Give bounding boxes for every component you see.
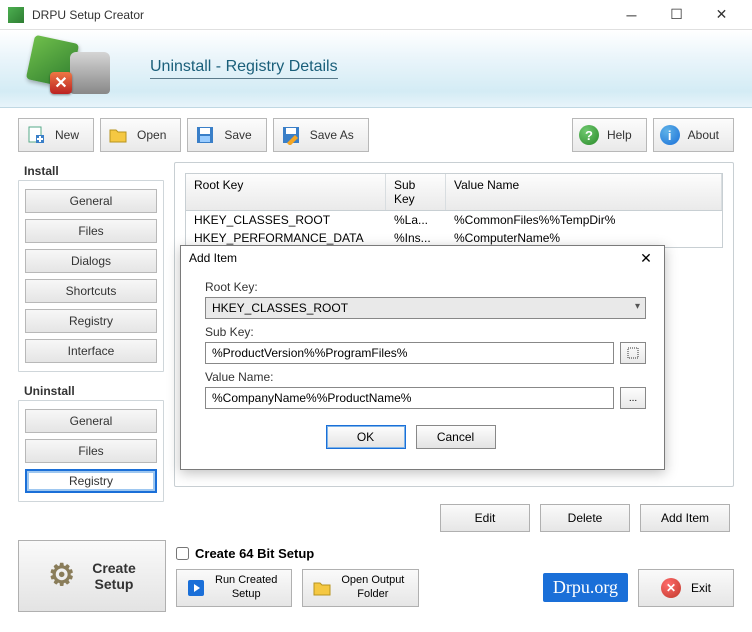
- open-button[interactable]: Open: [100, 118, 181, 152]
- banner: ✕ Uninstall - Registry Details: [0, 30, 752, 108]
- uninstall-files[interactable]: Files: [25, 439, 157, 463]
- minimize-button[interactable]: ─: [609, 0, 654, 30]
- root-key-label: Root Key:: [205, 280, 646, 294]
- app-icon: [8, 7, 24, 23]
- save-button[interactable]: Save: [187, 118, 266, 152]
- sub-key-input[interactable]: [205, 342, 614, 364]
- create-setup-button[interactable]: ⚙ Create Setup: [18, 540, 166, 612]
- close-button[interactable]: ✕: [699, 0, 744, 30]
- cell-root: HKEY_CLASSES_ROOT: [186, 211, 386, 229]
- install-registry[interactable]: Registry: [25, 309, 157, 333]
- about-label: About: [688, 128, 719, 142]
- install-dialogs[interactable]: Dialogs: [25, 249, 157, 273]
- install-shortcuts[interactable]: Shortcuts: [25, 279, 157, 303]
- open-output-folder-button[interactable]: Open Output Folder: [302, 569, 419, 607]
- brand-badge: Drpu.org: [543, 573, 628, 602]
- add-item-button[interactable]: Add Item: [640, 504, 730, 532]
- install-general[interactable]: General: [25, 189, 157, 213]
- new-label: New: [55, 128, 79, 142]
- uninstall-general[interactable]: General: [25, 409, 157, 433]
- exit-label: Exit: [691, 581, 711, 595]
- dialog-close-button[interactable]: ✕: [636, 248, 656, 268]
- sidebar: Install General Files Dialogs Shortcuts …: [18, 162, 164, 502]
- banner-logo: ✕: [20, 34, 110, 104]
- save-as-icon: [280, 124, 302, 146]
- dialog-header: Add Item ✕: [181, 246, 664, 270]
- value-name-input[interactable]: [205, 387, 614, 409]
- maximize-button[interactable]: ☐: [654, 0, 699, 30]
- cell-sub: %La...: [386, 211, 446, 229]
- col-value-name[interactable]: Value Name: [446, 174, 722, 210]
- about-button[interactable]: i About: [653, 118, 734, 152]
- uninstall-registry[interactable]: Registry: [25, 469, 157, 493]
- toolbar: New Open Save Save As ? Help i About: [0, 108, 752, 162]
- run-created-setup-button[interactable]: Run Created Setup: [176, 569, 292, 607]
- save-as-button[interactable]: Save As: [273, 118, 369, 152]
- create-64-label: Create 64 Bit Setup: [195, 546, 314, 561]
- uninstall-group-title: Uninstall: [18, 382, 164, 400]
- gear-icon: ⚙: [48, 559, 82, 593]
- col-root-key[interactable]: Root Key: [186, 174, 386, 210]
- play-icon: [185, 577, 207, 599]
- edit-button[interactable]: Edit: [440, 504, 530, 532]
- folder-icon: [311, 577, 333, 599]
- titlebar: DRPU Setup Creator ─ ☐ ✕: [0, 0, 752, 30]
- exit-button[interactable]: ✕ Exit: [638, 569, 734, 607]
- footer: ⚙ Create Setup Create 64 Bit Setup Run C…: [18, 540, 734, 612]
- run-created-label: Run Created Setup: [215, 574, 277, 600]
- new-button[interactable]: New: [18, 118, 94, 152]
- install-group-title: Install: [18, 162, 164, 180]
- dialog-title: Add Item: [189, 251, 237, 265]
- new-icon: [25, 124, 47, 146]
- table-row[interactable]: HKEY_CLASSES_ROOT %La... %CommonFiles%%T…: [186, 211, 722, 229]
- delete-button[interactable]: Delete: [540, 504, 630, 532]
- save-icon: [194, 124, 216, 146]
- uninstall-group: General Files Registry: [18, 400, 164, 502]
- window-title: DRPU Setup Creator: [32, 8, 609, 22]
- info-icon: i: [660, 125, 680, 145]
- value-name-browse-button[interactable]: ...: [620, 387, 646, 409]
- ok-button[interactable]: OK: [326, 425, 406, 449]
- grid-header: Root Key Sub Key Value Name: [186, 174, 722, 211]
- folder-open-icon: [107, 124, 129, 146]
- open-output-label: Open Output Folder: [341, 574, 404, 600]
- open-label: Open: [137, 128, 166, 142]
- banner-title: Uninstall - Registry Details: [150, 58, 338, 79]
- root-key-select[interactable]: [205, 297, 646, 319]
- cancel-button[interactable]: Cancel: [416, 425, 496, 449]
- save-label: Save: [224, 128, 251, 142]
- registry-grid: Root Key Sub Key Value Name HKEY_CLASSES…: [185, 173, 723, 248]
- create-setup-label: Create Setup: [92, 560, 136, 592]
- value-name-label: Value Name:: [205, 370, 646, 384]
- help-label: Help: [607, 128, 632, 142]
- install-interface[interactable]: Interface: [25, 339, 157, 363]
- create-64-checkbox[interactable]: [176, 547, 189, 560]
- add-item-dialog: Add Item ✕ Root Key: ▾ Sub Key: Value Na…: [180, 245, 665, 470]
- cell-value: %CommonFiles%%TempDir%: [446, 211, 722, 229]
- help-button[interactable]: ? Help: [572, 118, 647, 152]
- install-group: General Files Dialogs Shortcuts Registry…: [18, 180, 164, 372]
- col-sub-key[interactable]: Sub Key: [386, 174, 446, 210]
- save-as-label: Save As: [310, 128, 354, 142]
- close-icon: ✕: [661, 578, 681, 598]
- sub-key-browse-button[interactable]: [620, 342, 646, 364]
- install-files[interactable]: Files: [25, 219, 157, 243]
- sub-key-label: Sub Key:: [205, 325, 646, 339]
- grid-actions: Edit Delete Add Item: [182, 504, 730, 532]
- help-icon: ?: [579, 125, 599, 145]
